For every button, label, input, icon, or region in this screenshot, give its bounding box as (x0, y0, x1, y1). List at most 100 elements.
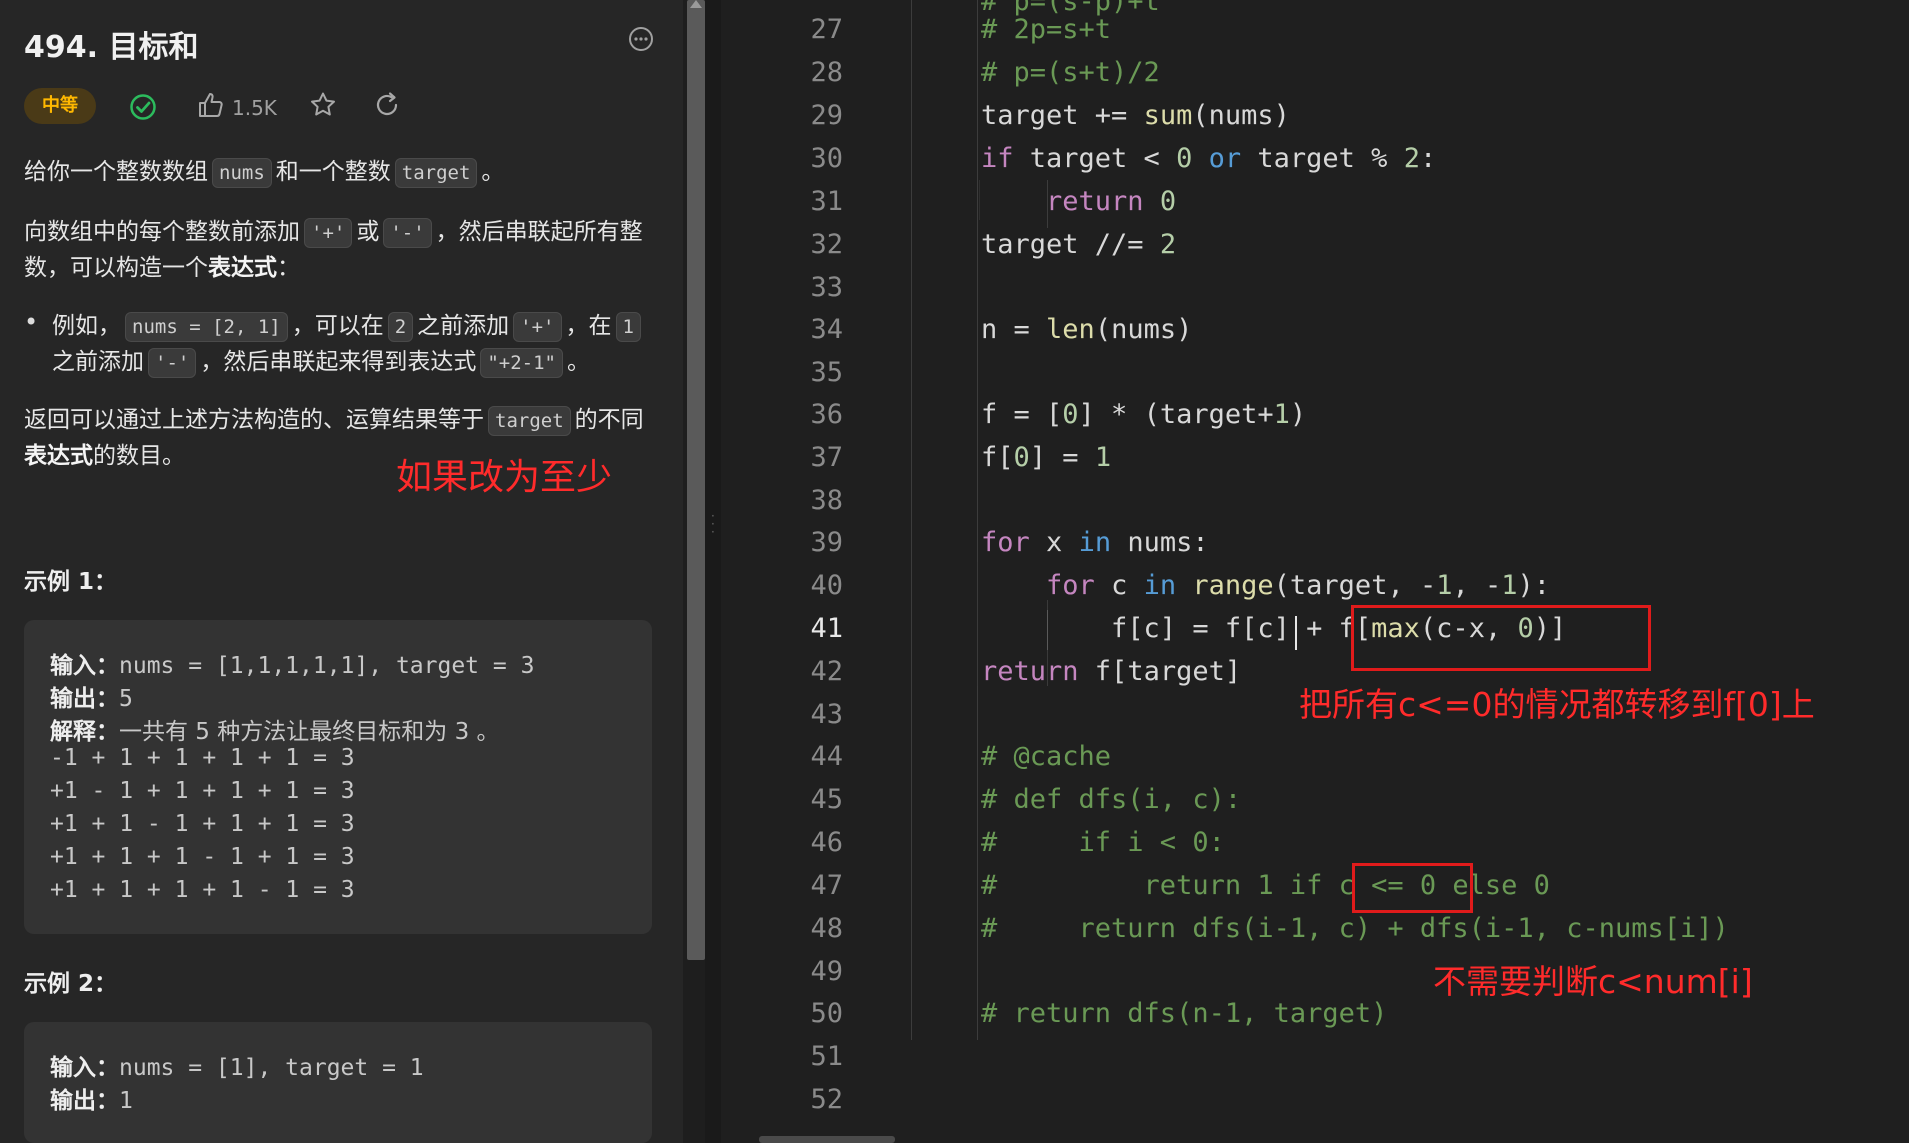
bold-term: 表达式 (24, 443, 93, 469)
description-paragraph-1: 给你一个整数数组 nums 和一个整数 target。 (24, 154, 664, 190)
line-number: 28 (810, 57, 843, 88)
desc-text: 和一个整数 (275, 159, 391, 185)
output-label: 输出： (50, 1088, 119, 1114)
inline-code: '-' (383, 218, 432, 248)
desc-text: 返回可以通过上述方法构造的、运算结果等于 (24, 407, 484, 433)
line-number: 43 (810, 699, 843, 730)
line-number: 42 (810, 656, 843, 687)
line-number: 32 (810, 229, 843, 260)
line-number: 33 (810, 272, 843, 303)
explain-line: -1 + 1 + 1 + 1 + 1 = 3 (50, 745, 355, 771)
code-line: f = [0] * (target+1) (981, 399, 1307, 430)
line-number: 45 (810, 784, 843, 815)
example-1-box: 输入：nums = [1,1,1,1,1], target = 3 输出：5 解… (24, 620, 652, 934)
desc-text: ，在 (565, 313, 612, 339)
inline-code: '-' (148, 348, 197, 378)
code-line: return 0 (1046, 186, 1177, 217)
example-output: 输出：1 (50, 1081, 133, 1115)
desc-text: 。 (566, 349, 590, 375)
line-number: 41 (810, 613, 843, 644)
desc-text: 。 (481, 159, 505, 185)
problem-scrollbar[interactable] (687, 0, 705, 960)
refresh-share-icon[interactable] (372, 90, 402, 120)
inline-code: nums = [2, 1] (125, 312, 288, 342)
example-output: 输出：5 (50, 679, 133, 713)
desc-text: 的数目。 (93, 443, 185, 469)
inline-code: 1 (615, 312, 641, 342)
code-line: target //= 2 (981, 229, 1177, 260)
highlight-box (1352, 863, 1473, 913)
line-number: 36 (810, 399, 843, 430)
indent-guide (977, 562, 978, 686)
line-number: 35 (810, 357, 843, 388)
code-line: target += sum(nums) (981, 100, 1290, 131)
indent-guide (979, 180, 980, 220)
explain-line: +1 - 1 + 1 + 1 + 1 = 3 (50, 778, 355, 804)
desc-text: 向数组中的每个整数前添加 (24, 219, 300, 245)
explain-label: 解释： (50, 719, 119, 745)
code-line: f[0] = 1 (981, 442, 1112, 473)
line-number: 31 (810, 186, 843, 217)
title-row: 494. 目标和 (24, 22, 654, 66)
line-number: 51 (810, 1041, 843, 1072)
explain-value: 一共有 5 种方法让最终目标和为 3 。 (119, 719, 500, 745)
code-line: if target < 0 or target % 2: (981, 143, 1437, 174)
code-line: # if i < 0: (981, 827, 1225, 858)
explain-line: +1 + 1 - 1 + 1 + 1 = 3 (50, 811, 355, 837)
explain-line: +1 + 1 + 1 - 1 + 1 = 3 (50, 844, 355, 870)
code-line: # @cache (981, 741, 1112, 772)
inline-code: target (488, 406, 571, 436)
example-explanation: 解释：一共有 5 种方法让最终目标和为 3 。 (50, 712, 500, 746)
desc-text: 给你一个整数数组 (24, 159, 208, 185)
code-line: # return dfs(i-1, c) + dfs(i-1, c-nums[i… (981, 913, 1729, 944)
text-cursor (1295, 616, 1297, 650)
difficulty-badge: 中等 (24, 88, 96, 124)
example-1-title: 示例 1： (24, 569, 118, 595)
desc-text: ： (277, 255, 300, 281)
output-value: 1 (119, 1088, 133, 1114)
code-line: n = len(nums) (981, 314, 1193, 345)
line-number: 27 (810, 14, 843, 45)
inline-code: target (394, 158, 478, 188)
inline-code: '+' (304, 218, 353, 248)
star-icon[interactable] (308, 90, 338, 120)
inline-code: nums (212, 158, 272, 188)
problem-panel: 494. 目标和 中等 1.5K 给你一个整数数组 nums 和一个整数 target… (0, 0, 683, 1143)
panel-splitter[interactable] (705, 0, 721, 1143)
desc-text: ，然后串联起来得到表达式 (200, 349, 477, 375)
more-options-icon[interactable] (628, 26, 654, 52)
explain-line: +1 + 1 + 1 + 1 - 1 = 3 (50, 877, 355, 903)
desc-text: ，可以在 (291, 313, 384, 339)
scroll-up-arrow-icon[interactable] (690, 0, 702, 8)
drag-handle-icon[interactable]: · · · (711, 510, 715, 540)
horizontal-scrollbar[interactable] (759, 1136, 895, 1143)
line-number: 29 (810, 100, 843, 131)
desc-text: 之前添加 (52, 349, 144, 375)
code-line: # 2p=s+t (981, 14, 1112, 45)
desc-text: 的不同 (574, 407, 644, 433)
desc-text: 之前添加 (417, 313, 510, 339)
output-value: 5 (119, 686, 133, 712)
thumbs-up-icon (199, 93, 223, 117)
example-input: 输入：nums = [1], target = 1 (50, 1048, 424, 1082)
annotation-transfer: 把所有c<=0的情况都转移到f[0]上 (1299, 685, 1815, 724)
line-number: 40 (810, 570, 843, 601)
desc-text: 例如， (52, 313, 121, 339)
solved-check-icon (130, 94, 156, 120)
output-label: 输出： (50, 686, 119, 712)
input-value: nums = [1], target = 1 (119, 1055, 424, 1081)
code-editor[interactable]: 27 28 29 30 31 32 33 34 35 36 37 38 39 40 41 42 43 44 45 46… (721, 0, 1909, 1143)
code-line: # return dfs(n-1, target) (981, 998, 1388, 1029)
problem-meta-row: 中等 1.5K (24, 88, 644, 128)
example-2-title: 示例 2： (24, 971, 118, 997)
input-label: 输入： (50, 1055, 119, 1081)
code-line: return f[target] (981, 656, 1242, 687)
code-line: # def dfs(i, c): (981, 784, 1242, 815)
code-line: # p=(s+t)/2 (981, 57, 1160, 88)
example-2-box: 输入：nums = [1], target = 1 输出：1 (24, 1022, 652, 1143)
code-line: for x in nums: (981, 527, 1209, 558)
inline-code: 2 (387, 312, 414, 342)
bold-term: 表达式 (208, 255, 277, 281)
indent-guide (911, 0, 912, 1040)
input-label: 输入： (50, 653, 119, 679)
